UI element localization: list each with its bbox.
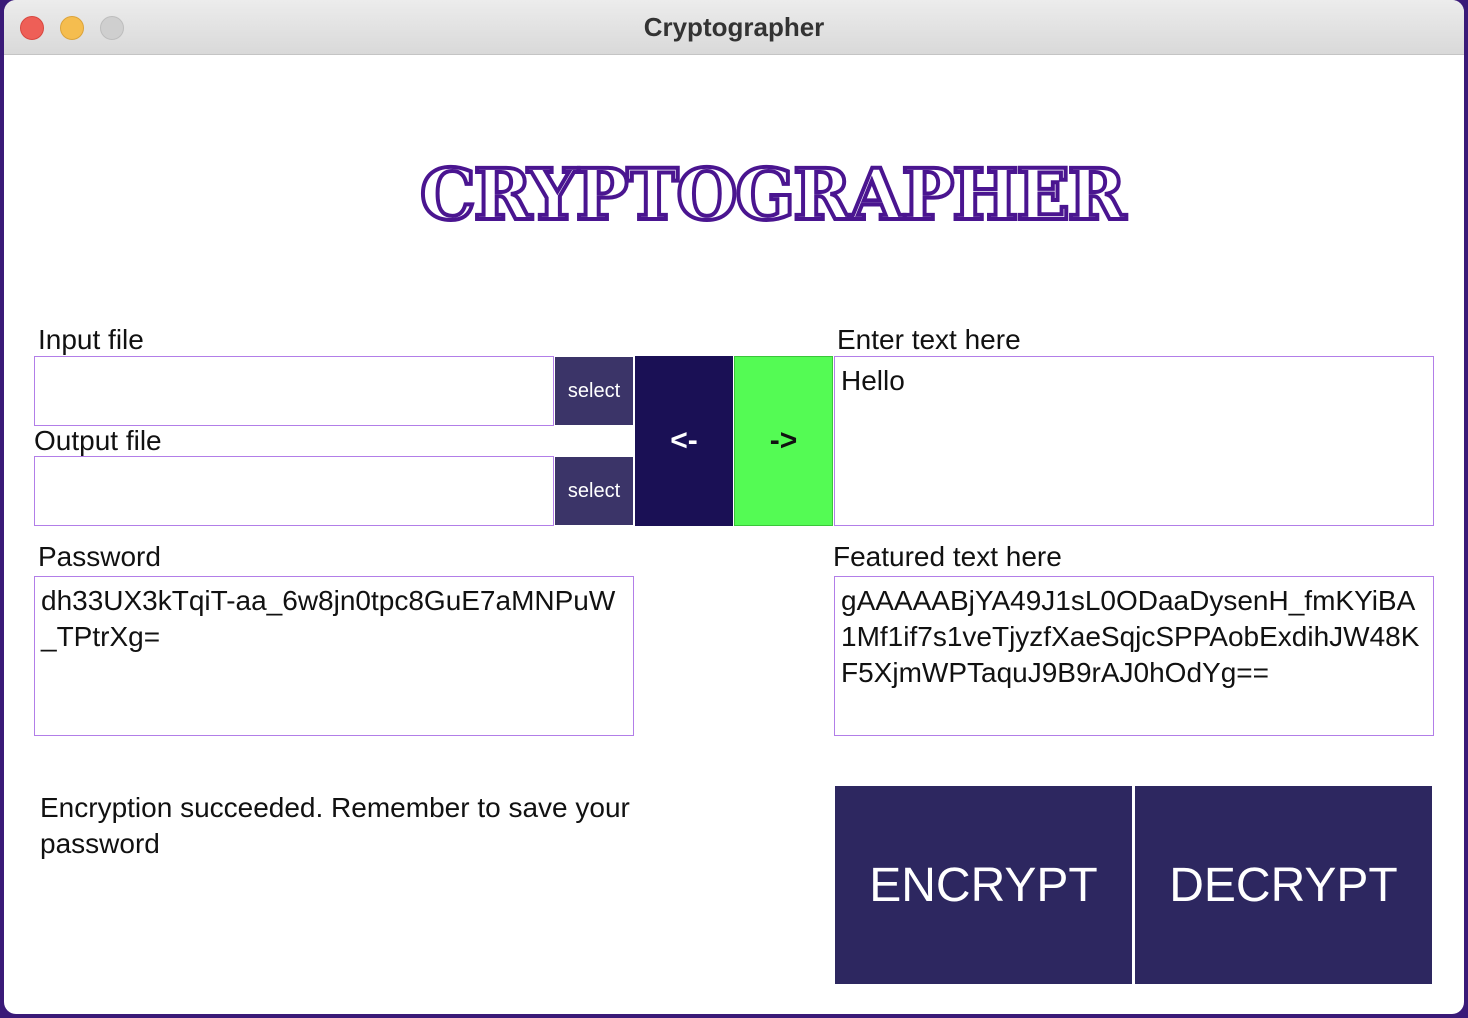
input-file-field[interactable] — [34, 356, 554, 426]
output-file-field[interactable] — [34, 456, 554, 526]
featured-text-label: Featured text here — [833, 541, 1062, 572]
output-file-label: Output file — [34, 425, 162, 456]
text-input-area[interactable]: Hello — [834, 356, 1434, 526]
featured-text-area[interactable]: gAAAAABjYA49J1sL0ODaaDysenH_fmKYiBA1Mf1i… — [834, 576, 1434, 736]
password-field[interactable]: dh33UX3kTqiT-aa_6w8jn0tpc8GuE7aMNPuW_TPt… — [34, 576, 634, 736]
decrypt-button[interactable]: DECRYPT — [1135, 786, 1432, 984]
direction-right-button[interactable]: -> — [734, 356, 833, 526]
text-input-label: Enter text here — [837, 324, 1021, 355]
input-file-label: Input file — [38, 324, 144, 355]
window-title: Cryptographer — [643, 12, 825, 42]
direction-left-button[interactable]: <- — [635, 356, 733, 526]
encrypt-button[interactable]: ENCRYPT — [835, 786, 1132, 984]
password-label: Password — [38, 541, 161, 572]
status-message: Encryption succeeded. Remember to save y… — [40, 792, 630, 859]
input-file-select-button[interactable]: select — [555, 357, 633, 425]
app-logo: CRYPTOGRAPHER — [418, 151, 1128, 238]
output-file-select-button[interactable]: select — [555, 457, 633, 525]
app-window: Cryptographer CRYPTOGRAPHER Input file s… — [4, 0, 1464, 1014]
title-bar[interactable]: Cryptographer — [4, 0, 1464, 55]
